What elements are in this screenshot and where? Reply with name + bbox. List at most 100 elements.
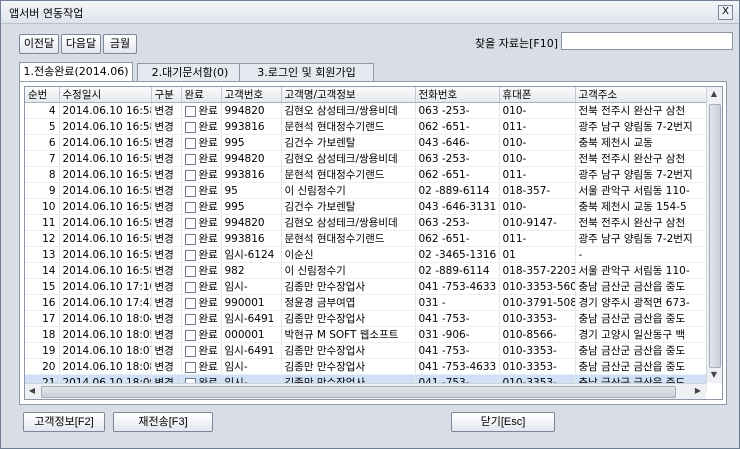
- done-checkbox[interactable]: [184, 185, 196, 197]
- data-grid: 순번 수정일시 구분 완료 고객번호 고객명/고객정보 전화번호 휴대폰 고객주소 4 2014.…: [24, 86, 723, 400]
- table-row[interactable]: 11 2014.06.10 16:58 변경 완료 994820 김현오 삼성테크/쌍용비…: [25, 214, 707, 231]
- table-cell: 김현오 삼성테크/쌍용비데: [281, 150, 416, 167]
- done-checkbox[interactable]: [184, 201, 196, 213]
- done-checkbox[interactable]: [184, 329, 196, 341]
- done-checkbox[interactable]: [184, 105, 196, 117]
- done-label: 완료: [198, 233, 218, 245]
- done-checkbox[interactable]: [184, 169, 196, 181]
- table-cell: 993816: [221, 118, 282, 135]
- column-header[interactable]: 휴대폰: [499, 87, 576, 103]
- prev-month-button[interactable]: 이전달: [19, 34, 59, 54]
- done-checkbox[interactable]: [184, 297, 196, 309]
- column-header[interactable]: 고객주소: [575, 87, 707, 103]
- table-cell: 041 -753-: [415, 342, 500, 359]
- column-header[interactable]: 수정일시: [59, 87, 152, 103]
- scroll-left-icon[interactable]: ◀: [25, 384, 39, 398]
- table-row[interactable]: 13 2014.06.10 16:58 변경 완료 임시-6124 이순신 02 -3465…: [25, 246, 707, 263]
- close-window-button[interactable]: X: [718, 5, 733, 20]
- table-cell: 4: [25, 102, 60, 119]
- scroll-up-icon[interactable]: ▲: [707, 87, 721, 101]
- done-checkbox[interactable]: [184, 217, 196, 229]
- table-cell: 변경: [151, 294, 182, 311]
- table-row[interactable]: 8 2014.06.10 16:58 변경 완료 993816 문현석 현대정수기랜드 06…: [25, 166, 707, 183]
- done-label: 완료: [198, 201, 218, 213]
- done-label: 완료: [198, 313, 218, 325]
- table-cell: 김현오 삼성테크/쌍용비데: [281, 214, 416, 231]
- done-checkbox[interactable]: [184, 361, 196, 373]
- table-cell: 김현오 삼성테크/쌍용비데: [281, 102, 416, 119]
- table-row[interactable]: 10 2014.06.10 16:58 변경 완료 995 김건수 가보렌탈 043 -64…: [25, 198, 707, 215]
- table-row[interactable]: 19 2014.06.10 18:07 변경 완료 임시-6491 김종만 만수장업사 04…: [25, 342, 707, 359]
- table-row[interactable]: 14 2014.06.10 16:58 변경 완료 982 이 신림정수기 02 -889-…: [25, 262, 707, 279]
- done-label: 완료: [198, 185, 218, 197]
- table-cell: 031 -906-: [415, 326, 500, 343]
- table-row[interactable]: 5 2014.06.10 16:58 변경 완료 993816 문현석 현대정수기랜드 06…: [25, 118, 707, 135]
- table-cell: 이 신림정수기: [281, 182, 416, 199]
- done-label: 완료: [198, 137, 218, 149]
- table-cell: 010-9147-: [499, 214, 576, 231]
- column-header[interactable]: 고객번호: [221, 87, 282, 103]
- vertical-scroll-thumb[interactable]: [709, 104, 721, 368]
- table-cell: 완료: [181, 118, 222, 135]
- table-cell: 변경: [151, 278, 182, 295]
- table-cell: 010-3353-: [499, 310, 576, 327]
- done-checkbox[interactable]: [184, 265, 196, 277]
- close-button[interactable]: 닫기[Esc]: [451, 412, 555, 432]
- next-month-button[interactable]: 다음달: [61, 34, 101, 54]
- table-cell: 완료: [181, 198, 222, 215]
- scroll-right-icon[interactable]: ▶: [691, 384, 705, 398]
- current-month-button[interactable]: 금월: [103, 34, 137, 54]
- table-cell: 10: [25, 198, 60, 215]
- table-row[interactable]: 16 2014.06.10 17:43 변경 완료 990001 정윤경 금부여엽 031 …: [25, 294, 707, 311]
- table-cell: 2014.06.10 18:05: [59, 326, 152, 343]
- done-checkbox[interactable]: [184, 121, 196, 133]
- table-cell: 018-357-: [499, 182, 576, 199]
- search-input[interactable]: [561, 32, 733, 50]
- column-header[interactable]: 전화번호: [415, 87, 500, 103]
- done-checkbox[interactable]: [184, 233, 196, 245]
- table-row[interactable]: 6 2014.06.10 16:58 변경 완료 995 김건수 가보렌탈 043 -646…: [25, 134, 707, 151]
- table-row[interactable]: 18 2014.06.10 18:05 변경 완료 000001 박현규 M SOFT 웹…: [25, 326, 707, 343]
- customer-info-button[interactable]: 고객정보[F2]: [23, 412, 105, 432]
- table-cell: 김건수 가보렌탈: [281, 134, 416, 151]
- table-cell: 문현석 현대정수기랜드: [281, 230, 416, 247]
- tab-login[interactable]: 3.로그인 및 회원가입: [239, 63, 374, 82]
- table-row[interactable]: 9 2014.06.10 16:58 변경 완료 95 이 신림정수기 02 -889-61…: [25, 182, 707, 199]
- column-header[interactable]: 순번: [25, 87, 60, 103]
- column-header[interactable]: 구분: [151, 87, 182, 103]
- vertical-scrollbar[interactable]: ▲ ▼: [706, 87, 722, 383]
- table-cell: 011-: [499, 230, 576, 247]
- done-checkbox[interactable]: [184, 153, 196, 165]
- horizontal-scroll-thumb[interactable]: [41, 386, 676, 398]
- table-row[interactable]: 15 2014.06.10 17:10 변경 완료 임시- 김종만 만수장업사 041 -7…: [25, 278, 707, 295]
- tab-pending[interactable]: 2.대기문서함(0): [137, 63, 243, 82]
- done-label: 완료: [198, 297, 218, 309]
- table-row[interactable]: 12 2014.06.10 16:58 변경 완료 993816 문현석 현대정수기랜드 0…: [25, 230, 707, 247]
- column-header[interactable]: 고객명/고객정보: [281, 87, 416, 103]
- done-label: 완료: [198, 265, 218, 277]
- table-row[interactable]: 20 2014.06.10 18:08 변경 완료 임시- 김종만 만수장업사 041 -7…: [25, 358, 707, 375]
- table-row[interactable]: 17 2014.06.10 18:04 변경 완료 임시-6491 김종만 만수장업사 04…: [25, 310, 707, 327]
- horizontal-scrollbar[interactable]: ◀ ▶: [25, 383, 706, 399]
- table-cell: 완료: [181, 150, 222, 167]
- done-checkbox[interactable]: [184, 137, 196, 149]
- table-cell: 변경: [151, 230, 182, 247]
- table-cell: 완료: [181, 230, 222, 247]
- scroll-down-icon[interactable]: ▼: [707, 368, 721, 382]
- table-cell: -: [575, 246, 707, 263]
- table-cell: 전북 전주시 완산구 삼천: [575, 214, 707, 231]
- column-header[interactable]: 완료: [181, 87, 222, 103]
- done-checkbox[interactable]: [184, 345, 196, 357]
- done-checkbox[interactable]: [184, 313, 196, 325]
- tab-sent[interactable]: 1.전송완료(2014.06): [19, 62, 133, 83]
- resend-button[interactable]: 재전송[F3]: [113, 412, 213, 432]
- done-checkbox[interactable]: [184, 281, 196, 293]
- table-row[interactable]: 4 2014.06.10 16:58 변경 완료 994820 김현오 삼성테크/쌍용비데…: [25, 102, 707, 119]
- table-cell: 011-: [499, 118, 576, 135]
- table-row[interactable]: 7 2014.06.10 16:58 변경 완료 994820 김현오 삼성테크/쌍용비데…: [25, 150, 707, 167]
- table-cell: 16: [25, 294, 60, 311]
- table-cell: 5: [25, 118, 60, 135]
- table-cell: 완료: [181, 166, 222, 183]
- done-checkbox[interactable]: [184, 249, 196, 261]
- table-cell: 995: [221, 134, 282, 151]
